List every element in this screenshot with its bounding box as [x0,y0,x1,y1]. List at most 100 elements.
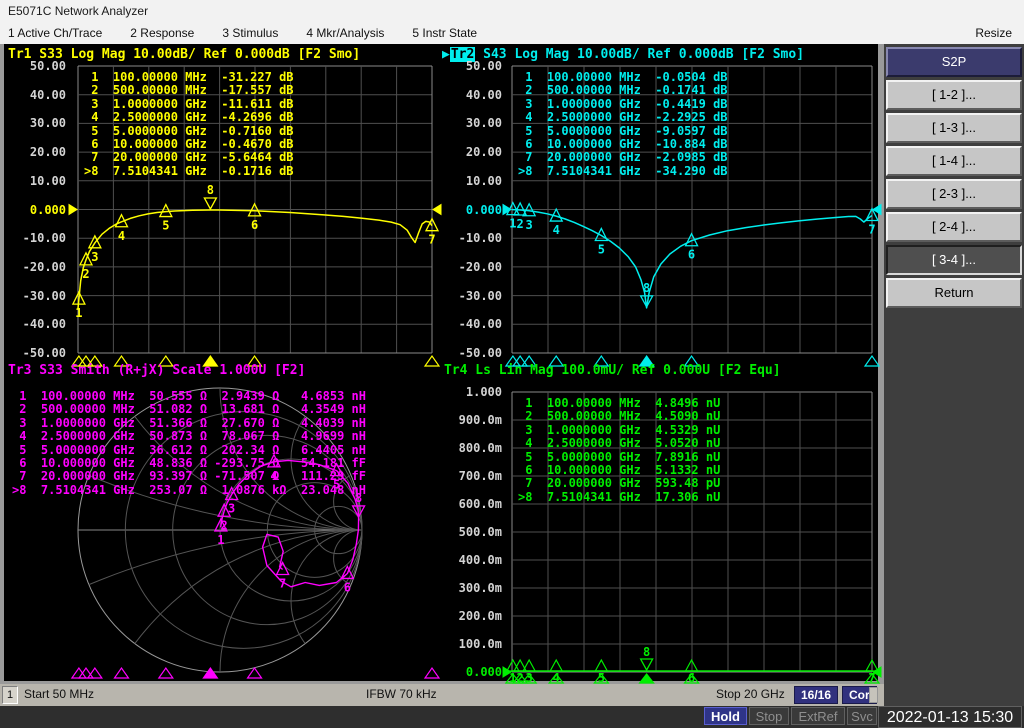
marker-row: 3 1.0000000 GHz 51.366 Ω 27.670 Ω 4.4039… [12,415,367,430]
tr4-ytick: 100.0m [458,637,502,651]
channel-number-box: 1 [2,686,18,704]
menu-item-2[interactable]: 2 Response [130,26,194,40]
marker-row: >8 7.5104341 GHz 253.07 Ω 1.0876 kΩ 23.0… [12,482,367,497]
marker-row: 2 500.00000 MHz 4.5090 nU [518,409,721,424]
marker-row: 6 10.000000 GHz 48.836 Ω -293.75 Ω 54.18… [12,456,367,471]
marker-row: 4 2.5000000 GHz -4.2696 dB [84,110,294,125]
tr1-ytick: 50.00 [29,59,66,73]
tr4-ytick: 600.0m [458,497,502,511]
marker-row: >8 7.5104341 GHz -0.1716 dB [84,163,294,178]
softkey-button-1-3[interactable]: [ 1-3 ]... [886,113,1022,143]
tr1-ytick: 30.00 [29,116,66,131]
stop-indicator: Stop [749,707,789,725]
marker-row: 1 100.00000 MHz -31.227 dB [84,70,294,84]
tr1-marker-table: 1 100.00000 MHz -31.227 dB 2 500.00000 M… [84,70,294,178]
tr2-ytick: 30.00 [465,116,502,131]
softkey-header: S2P [886,47,1022,77]
tr1-ytick: -20.00 [22,259,66,274]
menu-bar: 1 Active Ch/Trace 2 Response 3 Stimulus 4 M… [0,22,1024,44]
stop-frequency-label: Stop 20 GHz [716,687,785,701]
menu-item-3[interactable]: 3 Stimulus [222,26,278,40]
marker-row: 5 5.0000000 GHz -9.0597 dB [518,123,728,138]
marker-row: 2 500.00000 MHz -17.557 dB [84,83,294,98]
return-button[interactable]: Return [886,278,1022,308]
tr2-ytick: -10.00 [458,231,502,246]
tr1-ytick: -40.00 [22,317,66,332]
menu-item-4[interactable]: 4 Mkr/Analysis [306,26,384,40]
marker-row: 7 20.000000 GHz -2.0985 dB [518,150,728,165]
marker-row: 5 5.0000000 GHz 36.612 Ω 202.34 Ω 6.4405… [12,442,367,457]
marker-row: 3 1.0000000 GHz -0.4419 dB [518,96,728,111]
tr2-ytick: 20.00 [465,145,502,160]
marker-row: 7 20.000000 GHz 593.48 pU [518,476,721,491]
clock-display: 2022-01-13 15:30 [878,706,1022,728]
marker-row: 1 100.00000 MHz 50.555 Ω 2.9439 Ω 4.6853… [12,389,367,403]
softkey-button-1-4[interactable]: [ 1-4 ]... [886,146,1022,176]
sweep-progress-badge: 16/16 [794,686,839,704]
tr1-ytick: 40.00 [29,87,66,102]
hold-indicator: Hold [704,707,747,725]
tr1-ytick: -30.00 [22,288,66,303]
marker-row: 7 20.000000 GHz 93.397 Ω -71.507 Ω 111.2… [12,469,367,484]
marker-row: >8 7.5104341 GHz -34.290 dB [518,163,728,178]
status-empty-cell [869,687,878,703]
tr2-ytick: -20.00 [458,259,502,274]
tr2-ytick: 50.00 [465,59,502,73]
app-window: E5071C Network Analyzer 1 Active Ch/Trac… [0,0,1024,728]
tr4-ytick: 900.0m [458,413,502,427]
start-frequency-label: Start 50 MHz [24,687,95,701]
window-titlebar: E5071C Network Analyzer [0,0,1024,22]
tr4-ytick: 0.000 [465,665,502,679]
marker-row: 3 1.0000000 GHz -11.611 dB [84,96,294,111]
tr1-ytick: -50.00 [22,346,66,360]
marker-row: 2 500.00000 MHz -0.1741 dB [518,83,728,98]
marker-row: 5 5.0000000 GHz -0.7160 dB [84,123,294,138]
marker-row: 6 10.000000 GHz -10.884 dB [518,137,728,152]
tr1-ytick: 10.00 [29,173,66,188]
marker-row: 4 2.5000000 GHz 50.873 Ω 78.067 Ω 4.9699… [12,429,367,444]
tr3-marker-table: 1 100.00000 MHz 50.555 Ω 2.9439 Ω 4.6853… [12,389,367,497]
resize-button[interactable]: Resize [975,26,1012,40]
tr1-ytick: 0.000 [29,202,66,217]
status-bar: 1 Start 50 MHz IFBW 70 kHz Stop 20 GHz 1… [0,684,884,706]
tr2-ytick: 0.000 [465,202,502,217]
tr2-marker-table: 1 100.00000 MHz -0.0504 dB 2 500.00000 M… [518,70,728,178]
tr4-ytick: 700.0m [458,469,502,483]
menu-item-1[interactable]: 1 Active Ch/Trace [8,26,102,40]
tr2-title-text: S43 Log Mag 10.00dB/ Ref 0.000dB [F2 Smo… [475,47,805,62]
tr4-ytick: 400.0m [458,553,502,567]
window-title: E5071C Network Analyzer [8,4,149,18]
softkey-sidebar: S2P [ 1-2 ]...[ 1-3 ]...[ 1-4 ]...[ 2-3 … [884,44,1024,706]
ifbw-label: IFBW 70 kHz [366,687,437,701]
tr4-ytick: 200.0m [458,609,502,623]
softkey-button-1-2[interactable]: [ 1-2 ]... [886,80,1022,110]
softkey-button-2-4[interactable]: [ 2-4 ]... [886,212,1022,242]
marker-row: 1 100.00000 MHz -0.0504 dB [518,70,728,84]
tr4-ytick: 300.0m [458,581,502,595]
softkey-button-3-4[interactable]: [ 3-4 ]... [886,245,1022,275]
marker-row: 2 500.00000 MHz 51.082 Ω 13.681 Ω 4.3549… [12,402,367,417]
tr4-title: Tr4 Ls Lin Mag 100.0mU/ Ref 0.000U [F2 E… [444,363,781,378]
marker-row: >8 7.5104341 GHz 17.306 nU [518,489,721,504]
tr2-ytick: 40.00 [465,87,502,102]
marker-row: 4 2.5000000 GHz 5.0520 nU [518,436,721,451]
tr2-ytick: -50.00 [458,346,502,360]
tr4-marker-table: 1 100.00000 MHz 4.8496 nU 2 500.00000 MH… [518,396,721,504]
tr2-ytick: 10.00 [465,173,502,188]
marker-row: 7 20.000000 GHz -5.6464 dB [84,150,294,165]
marker-row: 5 5.0000000 GHz 7.8916 nU [518,449,721,464]
instrument-status-bar: Hold Stop ExtRef Svc 2022-01-13 15:30 [0,706,1024,728]
marker-row: 6 10.000000 GHz 5.1332 nU [518,463,721,478]
tr3-title: Tr3 S33 Smith (R+jX) Scale 1.000U [F2] [8,363,306,378]
softkey-button-2-3[interactable]: [ 2-3 ]... [886,179,1022,209]
marker-row: 4 2.5000000 GHz -2.2925 dB [518,110,728,125]
tr4-ytick: 500.0m [458,525,502,539]
tr1-ytick: 20.00 [29,145,66,160]
tr2-ytick: -30.00 [458,288,502,303]
tr2-ytick: -40.00 [458,317,502,332]
tr1-ytick: -10.00 [22,231,66,246]
tr4-ytick: 800.0m [458,441,502,455]
menu-item-5[interactable]: 5 Instr State [412,26,477,40]
tr4-ytick: 1.000 [465,385,502,399]
marker-row: 3 1.0000000 GHz 4.5329 nU [518,422,721,437]
